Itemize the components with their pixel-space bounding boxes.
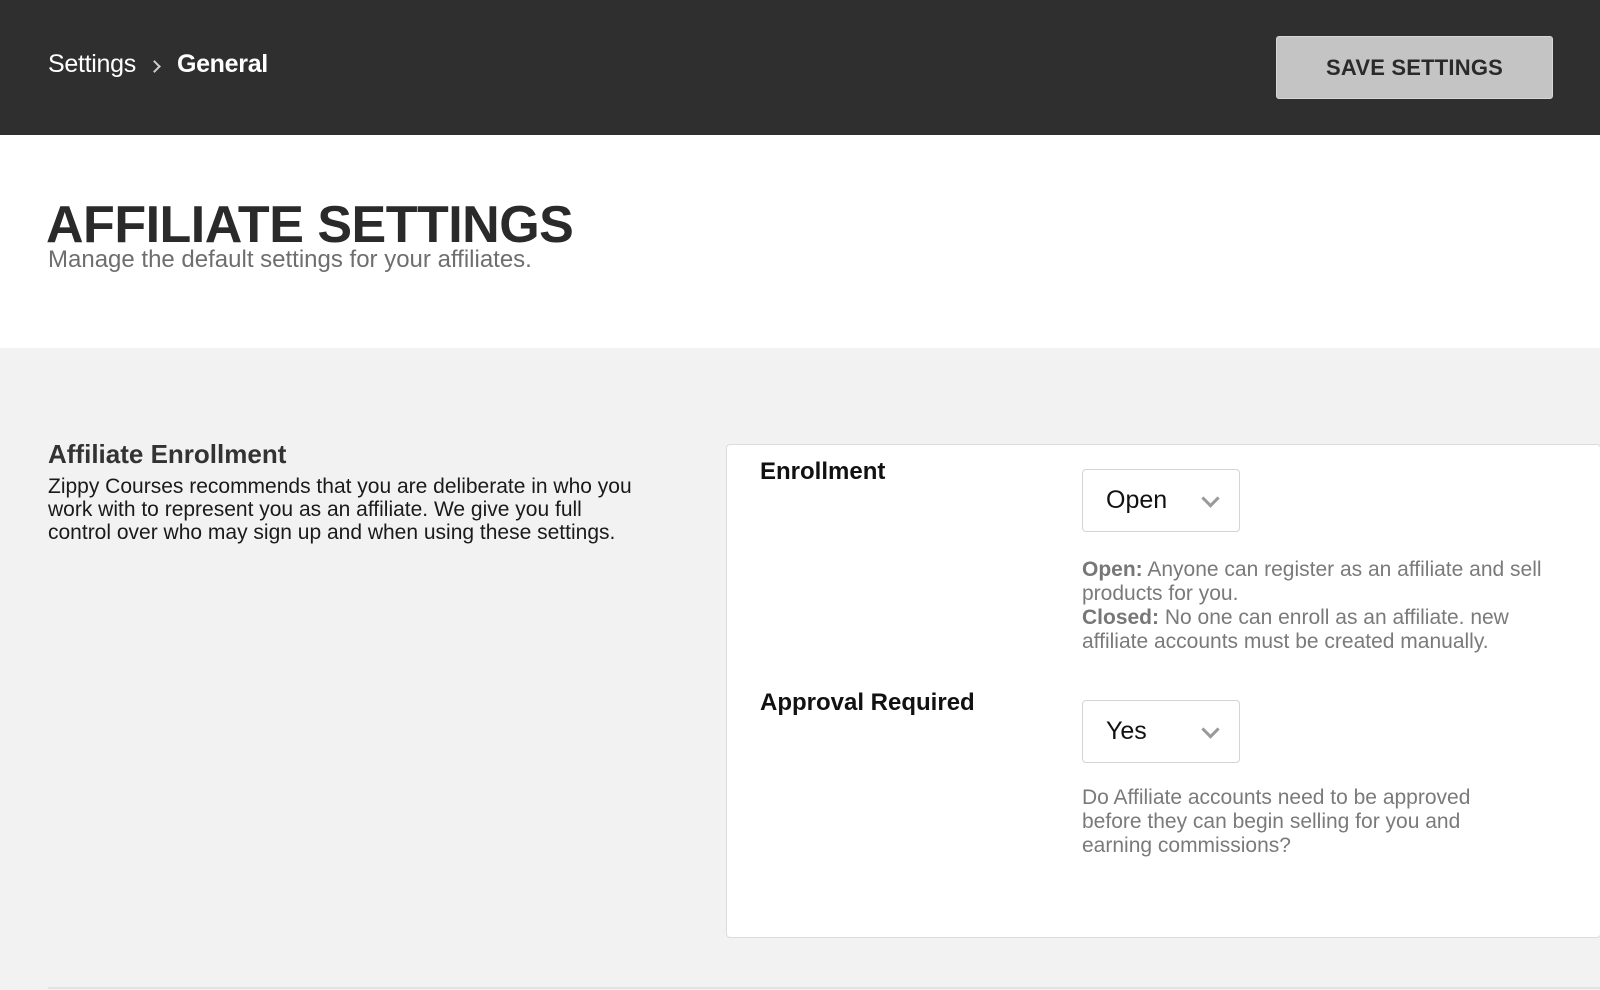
enrollment-label: Enrollment [760, 458, 886, 485]
help-open-term: Open: [1082, 558, 1143, 581]
breadcrumb-current: General [176, 50, 268, 78]
enrollment-help-closed: Closed: No one can enroll as an affiliat… [1082, 606, 1562, 654]
approval-select-value: Yes [1106, 717, 1147, 745]
enrollment-help-open: Open: Anyone can register as an affiliat… [1082, 558, 1562, 606]
top-bar: Settings General SAVE SETTINGS [0, 0, 1600, 135]
approval-select[interactable]: Yes [1082, 700, 1240, 763]
section-description: Zippy Courses recommends that you are de… [48, 474, 632, 544]
enrollment-select[interactable]: Open [1082, 469, 1240, 532]
page-title: AFFILIATE SETTINGS [46, 196, 574, 254]
section-intro: Affiliate Enrollment Zippy Courses recom… [48, 440, 648, 544]
section-divider [48, 987, 1600, 989]
approval-help: Do Affiliate accounts need to be approve… [1082, 786, 1471, 857]
help-open-text: Anyone can register as an affiliate and … [1082, 558, 1542, 605]
chevron-right-icon [148, 60, 161, 73]
enrollment-help: Open: Anyone can register as an affiliat… [1082, 558, 1562, 654]
settings-card: Enrollment Open Open: Anyone can registe… [726, 444, 1600, 938]
approval-label: Approval Required [760, 689, 975, 716]
chevron-down-icon [1201, 489, 1220, 508]
page-header: AFFILIATE SETTINGS Manage the default se… [0, 135, 1600, 348]
chevron-down-icon [1201, 720, 1220, 739]
save-settings-button[interactable]: SAVE SETTINGS [1276, 36, 1553, 99]
section-title: Affiliate Enrollment [48, 439, 287, 469]
page-subtitle: Manage the default settings for your aff… [48, 246, 532, 273]
breadcrumb-settings-link[interactable]: Settings [48, 50, 136, 79]
help-closed-term: Closed: [1082, 606, 1160, 629]
breadcrumb: Settings General [48, 50, 268, 79]
enrollment-select-value: Open [1106, 486, 1168, 514]
